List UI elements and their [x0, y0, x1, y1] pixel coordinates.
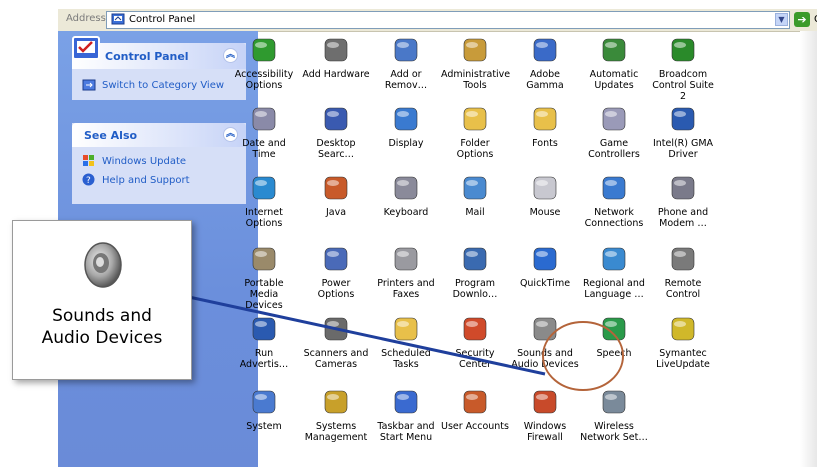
- highlight-circle: [542, 321, 624, 391]
- callout-label: Sounds and Audio Devices: [41, 306, 163, 348]
- zoom-callout: Sounds and Audio Devices: [12, 220, 192, 380]
- pointer-arrow: [174, 292, 546, 376]
- speaker-icon: [84, 242, 122, 288]
